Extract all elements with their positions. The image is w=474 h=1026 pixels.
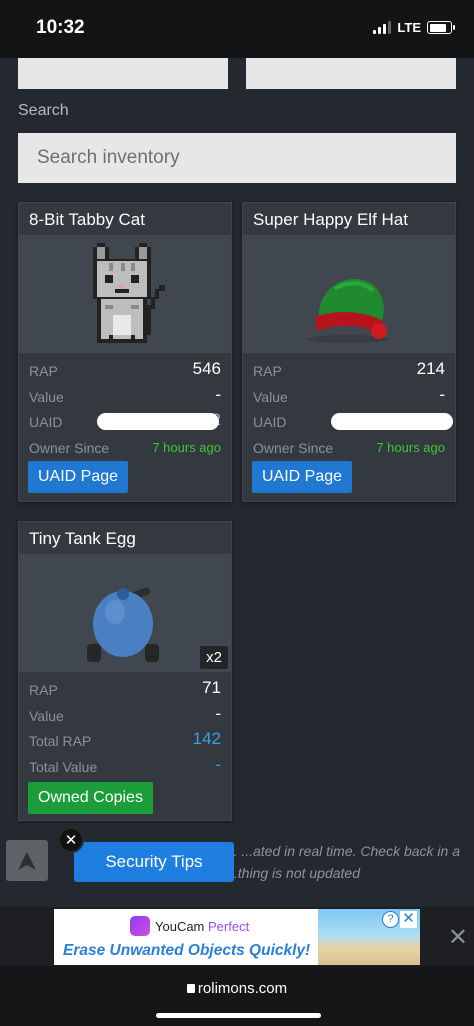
stat-value: 71 — [202, 678, 221, 697]
stat-value-row: Value - — [19, 384, 231, 410]
stat-label: Owner Since — [253, 439, 334, 456]
stat-label: Value — [29, 388, 64, 405]
stat-label: UAID — [29, 414, 63, 430]
ad-choice-close-icon[interactable]: ✕ — [400, 911, 417, 928]
elf-hat-icon — [308, 279, 388, 343]
item-card-tabby-cat: 8-Bit Tabby Cat RAP 546 Value - UAID Own… — [18, 202, 232, 502]
stat-label: Total RAP — [29, 733, 92, 749]
stat-value: - — [215, 384, 221, 404]
stat-total-value: Total Value - — [19, 754, 231, 780]
quantity-badge: x2 — [200, 646, 228, 669]
stat-owner-since: Owner Since 7 hours ago — [243, 435, 455, 461]
stat-value: 7 hours ago — [152, 439, 221, 455]
stat-value: - — [215, 703, 221, 723]
battery-icon — [427, 21, 455, 34]
stat-value: 214 — [416, 359, 445, 378]
pixel-cat-icon — [93, 243, 165, 343]
stat-owner-since: Owner Since 7 hours ago — [19, 435, 231, 461]
ad-brand-name: YouCam — [155, 918, 205, 934]
network-label: LTE — [397, 20, 421, 35]
ad-close-icon[interactable]: ✕ — [448, 923, 468, 952]
stat-value: 546 — [192, 359, 221, 378]
item-stats: RAP 214 Value - UAID Owner Since 7 hours… — [243, 353, 455, 460]
stat-value: 7 hours ago — [376, 439, 445, 455]
arrow-up-icon — [18, 851, 36, 870]
stat-value: - — [215, 754, 221, 774]
item-title: Tiny Tank Egg — [29, 529, 136, 548]
ad-headline: Erase Unwanted Objects Quickly! — [63, 942, 311, 959]
security-tips-button[interactable]: Security Tips — [74, 842, 234, 882]
signal-icon — [373, 21, 392, 34]
stat-label: Owner Since — [29, 439, 110, 456]
item-stats: RAP 71 Value - Total RAP 142 Total Value… — [19, 672, 231, 779]
stat-label: RAP — [253, 363, 282, 379]
item-thumbnail[interactable] — [19, 235, 231, 353]
url-display[interactable]: rolimons.com — [0, 980, 474, 997]
search-label: Search — [18, 102, 69, 119]
stat-total-rap: Total RAP 142 — [19, 728, 231, 754]
item-title: Super Happy Elf Hat — [253, 210, 408, 229]
status-bar: 10:32 LTE — [0, 0, 474, 58]
item-title: 8-Bit Tabby Cat — [29, 210, 145, 229]
item-thumbnail[interactable] — [243, 235, 455, 353]
ad-brand-suffix: Perfect — [208, 918, 250, 934]
status-icons: LTE — [373, 20, 455, 35]
ad-brand: YouCam Perfect — [130, 916, 249, 936]
stat-value: 142 — [192, 729, 221, 748]
url-text: rolimons.com — [197, 980, 288, 997]
ad-banner[interactable]: YouCam Perfect Erase Unwanted Objects Qu… — [54, 909, 420, 965]
item-card-elf-hat: Super Happy Elf Hat RAP 214 Value - UAID… — [242, 202, 456, 502]
item-thumbnail[interactable]: x2 — [19, 554, 231, 672]
stat-label: RAP — [29, 682, 58, 698]
filter-field-left[interactable] — [18, 58, 228, 89]
stat-uaid: UAID — [243, 409, 455, 435]
stat-rap: RAP 546 — [19, 358, 231, 384]
stat-uaid: UAID 2 — [19, 409, 231, 435]
stat-label: RAP — [29, 363, 58, 379]
owned-copies-button[interactable]: Owned Copies — [28, 782, 153, 814]
stat-label: Value — [29, 707, 64, 724]
stat-label: Value — [253, 388, 288, 405]
security-tips-close-icon[interactable]: ✕ — [58, 827, 84, 853]
filter-field-right[interactable] — [246, 58, 456, 89]
ad-banner-bar: YouCam Perfect Erase Unwanted Objects Qu… — [0, 907, 474, 966]
item-stats: RAP 546 Value - UAID 2 Owner Since 7 hou… — [19, 353, 231, 460]
stat-value-row: Value - — [19, 703, 231, 729]
uaid-page-button[interactable]: UAID Page — [28, 461, 129, 493]
stat-label: Total Value — [29, 758, 98, 775]
stat-rap: RAP 71 — [19, 677, 231, 703]
redaction-mark — [331, 413, 453, 430]
scroll-to-top-button[interactable] — [6, 840, 48, 881]
youcam-logo-icon — [130, 916, 150, 936]
search-input[interactable] — [18, 133, 456, 183]
stat-label: UAID — [253, 414, 287, 430]
stat-value: - — [439, 384, 445, 404]
status-time: 10:32 — [36, 17, 85, 38]
uaid-page-button[interactable]: UAID Page — [252, 461, 353, 493]
item-card-tiny-tank-egg: Tiny Tank Egg x2 RAP 71 Value - Total RA… — [18, 521, 232, 821]
stat-value-row: Value - — [243, 384, 455, 410]
ad-info-icon[interactable]: ? — [382, 911, 399, 928]
stat-rap: RAP 214 — [243, 358, 455, 384]
redaction-mark — [97, 413, 219, 430]
security-tips-wrap: Security Tips — [74, 842, 234, 882]
home-indicator[interactable] — [156, 1013, 321, 1018]
lock-icon — [186, 984, 195, 993]
